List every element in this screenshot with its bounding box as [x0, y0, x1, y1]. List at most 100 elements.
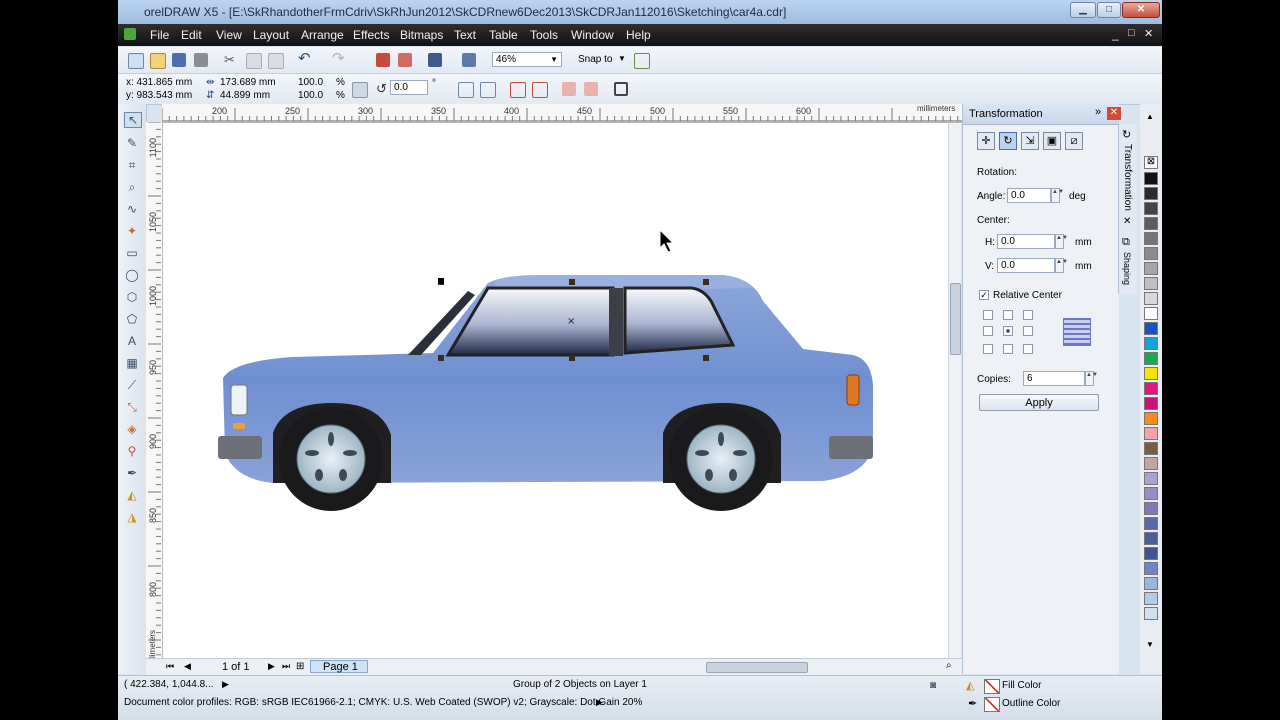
interactive-fill-icon[interactable]: ◮ [124, 510, 140, 524]
scroll-thumb[interactable] [950, 283, 961, 355]
size-tab-icon[interactable]: ▣ [1043, 132, 1061, 150]
next-page-icon[interactable]: ▶ [268, 661, 275, 672]
outline-pen-icon[interactable]: ✒ [124, 466, 140, 480]
menu-bitmaps[interactable]: Bitmaps [400, 28, 443, 42]
new-document-icon[interactable] [128, 53, 144, 69]
doc-restore-button[interactable]: □ [1128, 27, 1135, 39]
crop-tool-icon[interactable]: ⌗ [124, 158, 140, 172]
color-swatch[interactable] [1144, 262, 1158, 275]
horizontal-scroll-thumb[interactable] [706, 662, 808, 673]
menu-arrange[interactable]: Arrange [301, 28, 344, 42]
close-tab-icon[interactable]: ✕ [1123, 216, 1131, 227]
ungroup-icon[interactable] [532, 82, 548, 98]
vertical-ruler[interactable]: 1100 1050 1000 950 900 850 800 millimete… [146, 122, 163, 662]
color-swatch[interactable] [1144, 397, 1158, 410]
rectangle-tool-icon[interactable]: ▭ [124, 246, 140, 260]
x-position-field[interactable]: x: 431.865 mm [126, 77, 192, 88]
menu-table[interactable]: Table [489, 28, 518, 42]
export-icon[interactable] [398, 53, 412, 67]
menu-help[interactable]: Help [626, 28, 651, 42]
car-illustration[interactable]: × [163, 123, 948, 658]
drawing-canvas[interactable]: × [163, 123, 948, 658]
anchor-center-radio[interactable] [1003, 326, 1013, 336]
doc-close-button[interactable]: ✕ [1144, 27, 1153, 40]
table-tool-icon[interactable]: ▦ [124, 356, 140, 370]
welcome-screen-icon[interactable] [462, 53, 476, 67]
scale-width-field[interactable]: 100.0 [298, 77, 323, 88]
freehand-tool-icon[interactable]: ∿ [124, 202, 140, 216]
paste-icon[interactable] [268, 53, 284, 69]
snap-to-dropdown[interactable]: Snap to [578, 54, 612, 65]
lock-ratio-icon[interactable] [352, 82, 368, 98]
color-swatch[interactable] [1144, 367, 1158, 380]
transformation-tab[interactable]: Transformation [1122, 144, 1133, 211]
apply-button[interactable]: Apply [979, 394, 1099, 411]
color-swatch[interactable] [1144, 502, 1158, 515]
undo-icon[interactable]: ↶ [298, 51, 312, 66]
last-page-icon[interactable]: ⏭ [282, 661, 290, 672]
ellipse-tool-icon[interactable]: ◯ [124, 268, 140, 282]
menu-text[interactable]: Text [454, 28, 476, 42]
color-swatch[interactable] [1144, 247, 1158, 260]
color-swatch[interactable] [1144, 517, 1158, 530]
no-color-swatch[interactable]: ⊠ [1144, 156, 1158, 169]
color-swatch[interactable] [1144, 292, 1158, 305]
fill-color-swatch[interactable] [984, 679, 1000, 694]
maximize-button[interactable]: □ [1097, 2, 1121, 18]
color-swatch[interactable] [1144, 547, 1158, 560]
page-tab[interactable]: Page 1 [310, 660, 368, 673]
expand-arrow-icon[interactable]: ▶ [222, 679, 229, 690]
center-v-spinner[interactable]: ▲▼ [1055, 258, 1068, 273]
save-icon[interactable] [172, 53, 186, 67]
minimize-button[interactable]: ▁ [1070, 2, 1096, 18]
center-h-spinner[interactable]: ▲▼ [1055, 234, 1068, 249]
expand-arrow-icon[interactable]: ▶ [596, 697, 603, 708]
color-swatch[interactable] [1144, 277, 1158, 290]
close-button[interactable]: ✕ [1122, 2, 1160, 18]
polygon-tool-icon[interactable]: ⬡ [124, 290, 140, 304]
color-swatch[interactable] [1144, 232, 1158, 245]
color-swatch[interactable] [1144, 382, 1158, 395]
blend-tool-icon[interactable]: ◈ [124, 422, 140, 436]
menu-file[interactable]: File [150, 28, 169, 42]
add-page-icon[interactable]: ⊞ [296, 661, 304, 672]
color-swatch[interactable] [1144, 487, 1158, 500]
options-icon[interactable] [634, 53, 650, 69]
docker-close-icon[interactable]: ✕ [1107, 107, 1121, 120]
doc-minimize-button[interactable]: _ [1112, 27, 1119, 41]
fill-tool-icon[interactable]: ◭ [124, 488, 140, 502]
outline-color-swatch[interactable] [984, 697, 1000, 712]
height-field[interactable]: 44.899 mm [220, 90, 270, 101]
color-swatch[interactable] [1144, 457, 1158, 470]
scale-tab-icon[interactable]: ⇲ [1021, 132, 1039, 150]
basic-shapes-icon[interactable]: ⬠ [124, 312, 140, 326]
palette-scroll-down-icon[interactable]: ▼ [1146, 640, 1154, 649]
color-swatch[interactable] [1144, 607, 1158, 620]
menu-window[interactable]: Window [571, 28, 614, 42]
mirror-horizontal-icon[interactable] [458, 82, 474, 98]
color-swatch[interactable] [1144, 217, 1158, 230]
selection-handle[interactable] [438, 278, 444, 284]
zoom-level-select[interactable]: 46% ▼ [492, 52, 562, 67]
angle-input[interactable]: 0.0 [1007, 188, 1051, 203]
color-swatch[interactable] [1144, 562, 1158, 575]
open-icon[interactable] [150, 53, 166, 69]
color-swatch[interactable] [1144, 307, 1158, 320]
skew-tab-icon[interactable]: ⧄ [1065, 132, 1083, 150]
y-position-field[interactable]: y: 983.543 mm [126, 90, 192, 101]
menu-view[interactable]: View [216, 28, 242, 42]
pick-tool-icon[interactable]: ↖ [124, 112, 142, 128]
prev-page-icon[interactable]: ◀ [184, 661, 191, 672]
menu-layout[interactable]: Layout [253, 28, 289, 42]
copy-icon[interactable] [246, 53, 262, 69]
horizontal-ruler[interactable]: 200 250 300 350 400 450 500 550 600 mill… [162, 104, 962, 123]
color-swatch[interactable] [1144, 532, 1158, 545]
color-swatch[interactable] [1144, 172, 1158, 185]
menu-edit[interactable]: Edit [181, 28, 202, 42]
break-apart-icon[interactable] [584, 82, 598, 96]
vertical-scrollbar[interactable] [948, 123, 961, 658]
position-tab-icon[interactable]: ✛ [977, 132, 995, 150]
anchor-grid[interactable] [983, 310, 1043, 354]
to-front-icon[interactable] [614, 82, 628, 96]
rotate-tab-icon[interactable]: ↻ [999, 132, 1017, 150]
